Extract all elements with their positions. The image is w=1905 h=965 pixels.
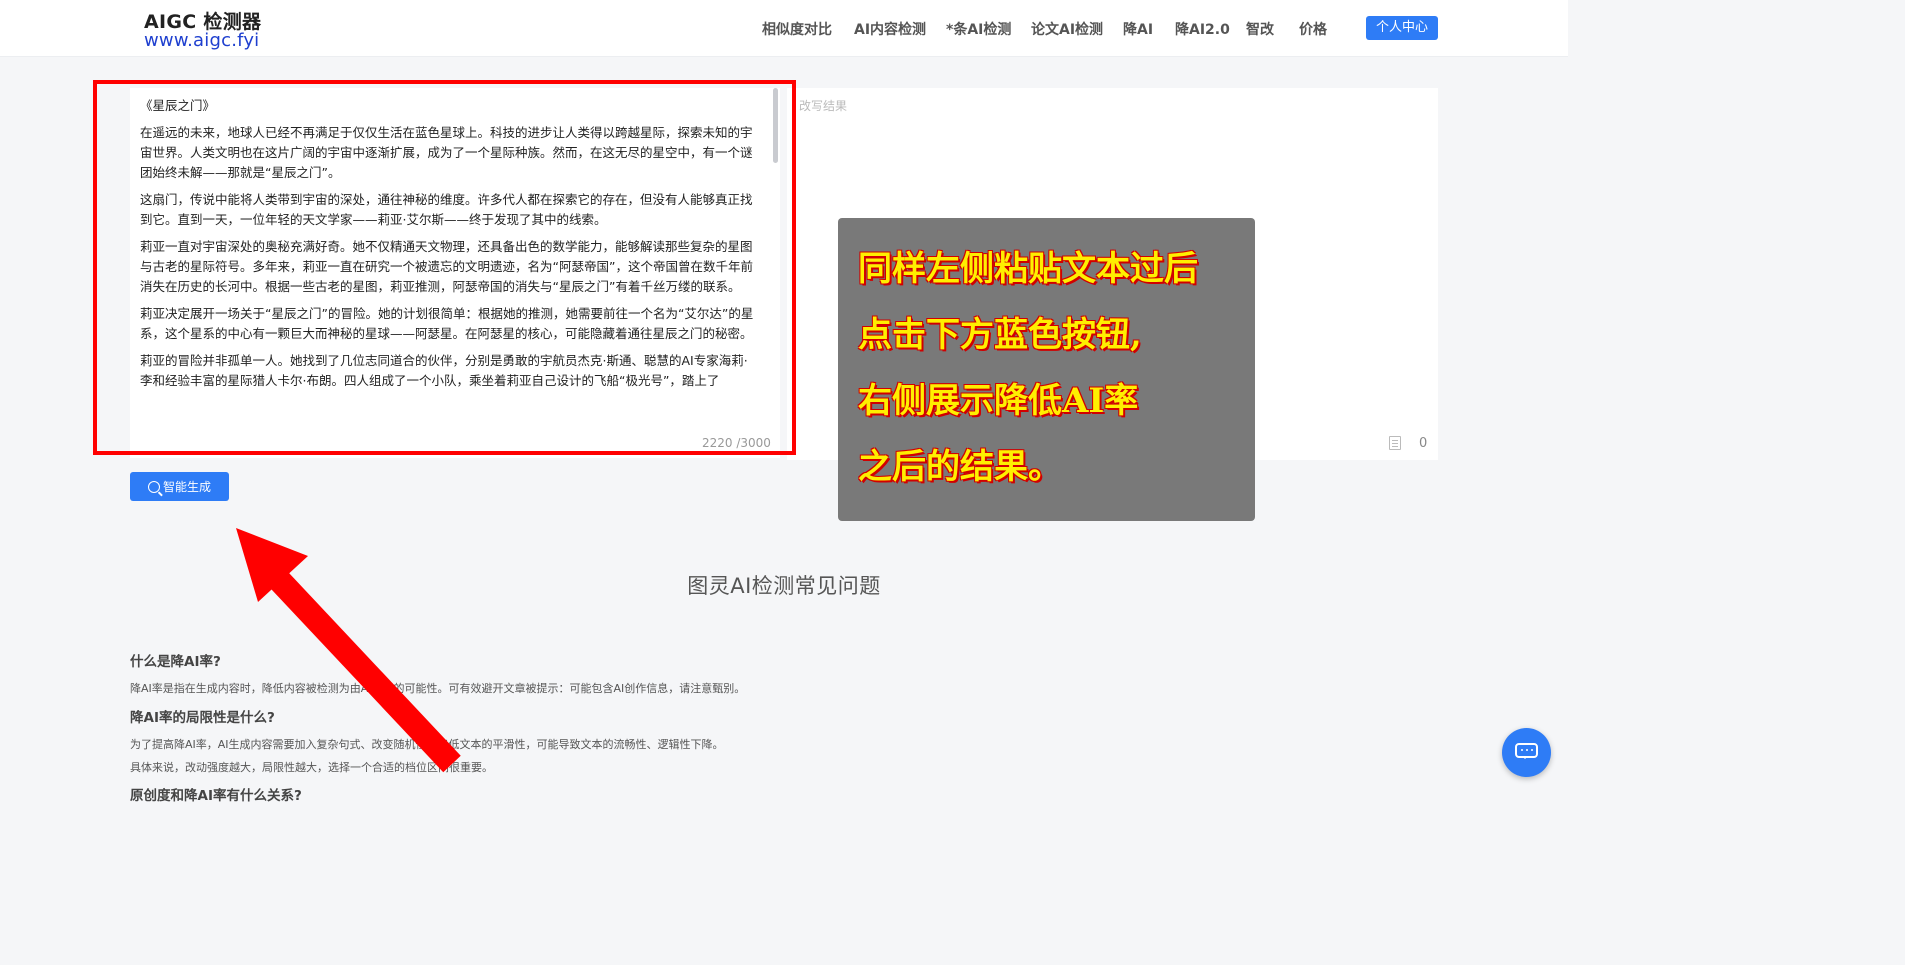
user-center-button[interactable]: 个人中心 <box>1366 16 1438 40</box>
result-placeholder: 改写结果 <box>799 99 848 113</box>
editor-scrollbar[interactable] <box>773 88 778 163</box>
faq-answer: 为了提高降AI率，AI生成内容需要加入复杂句式、改变随机性，降低文本的平滑性，可… <box>130 738 724 751</box>
nav-similarity[interactable]: 相似度对比 <box>762 19 832 39</box>
nav-smart-rewrite[interactable]: 智改 <box>1246 19 1274 39</box>
faq-question: 降AI率的局限性是什么? <box>130 710 275 726</box>
nav-reduce-ai[interactable]: 降AI <box>1123 19 1153 39</box>
nav-paper-ai-detect[interactable]: 论文AI检测 <box>1031 19 1103 39</box>
smart-generate-button[interactable]: 智能生成 <box>130 472 229 501</box>
nav-batch-ai-detect[interactable]: *条AI检测 <box>946 19 1011 39</box>
faq-title: 图灵AI检测常见问题 <box>687 574 881 598</box>
faq-answer: 具体来说，改动强度越大，局限性越大，选择一个合适的档位区间很重要。 <box>130 761 493 774</box>
overlay-line: 同样左侧粘贴文本过后 <box>858 249 1198 289</box>
overlay-line: 点击下方蓝色按钮, <box>858 315 1142 355</box>
faq-answer: 降AI率是指在生成内容时，降低内容被检测为由AI生成的可能性。可有效避开文章被提… <box>130 682 746 695</box>
editor-paragraph: 这扇门，传说中能将人类带到宇宙的深处，通往神秘的维度。许多代人都在探索它的存在，… <box>140 192 753 227</box>
top-header: AIGC 检测器 www.aigc.fyi 相似度对比 AI内容检测 *条AI检… <box>0 0 1568 57</box>
faq-question: 什么是降AI率? <box>130 654 221 670</box>
search-icon <box>147 480 160 493</box>
input-textarea[interactable]: 《星辰之门》 在遥远的未来，地球人已经不再满足于仅仅生活在蓝色星球上。科技的进步… <box>130 88 770 431</box>
chat-support-button[interactable] <box>1502 728 1551 777</box>
editor-paragraph: 莉亚的冒险并非孤单一人。她找到了几位志同道合的伙伴，分别是勇敢的宇航员杰克·斯通… <box>140 353 748 388</box>
instruction-overlay: 同样左侧粘贴文本过后 点击下方蓝色按钮, 右侧展示降低AI率 之后的结果。 <box>838 218 1255 521</box>
char-counter: 2220 /3000 <box>702 436 771 450</box>
nav-pricing[interactable]: 价格 <box>1299 19 1327 39</box>
result-char-count: 0 <box>1419 436 1428 451</box>
overlay-line: 之后的结果。 <box>858 447 1062 487</box>
input-panel: 《星辰之门》 在遥远的未来，地球人已经不再满足于仅仅生活在蓝色星球上。科技的进步… <box>130 88 780 458</box>
chat-icon <box>1515 743 1538 759</box>
logo-url[interactable]: www.aigc.fyi <box>144 30 259 51</box>
editor-paragraph: 莉亚一直对宇宙深处的奥秘充满好奇。她不仅精通天文物理，还具备出色的数学能力，能够… <box>140 239 753 294</box>
document-icon <box>1389 436 1401 450</box>
editor-paragraph: 莉亚决定展开一场关于“星辰之门”的冒险。她的计划很简单：根据她的推测，她需要前往… <box>140 306 754 341</box>
overlay-line: 右侧展示降低AI率 <box>858 381 1139 421</box>
nav-reduce-ai-2[interactable]: 降AI2.0 <box>1175 19 1230 39</box>
editor-paragraph: 《星辰之门》 <box>140 98 216 113</box>
nav-ai-content-detect[interactable]: AI内容检测 <box>854 19 926 39</box>
generate-label: 智能生成 <box>162 480 211 494</box>
editor-paragraph: 在遥远的未来，地球人已经不再满足于仅仅生活在蓝色星球上。科技的进步让人类得以跨越… <box>140 125 753 180</box>
faq-question: 原创度和降AI率有什么关系? <box>130 788 302 804</box>
